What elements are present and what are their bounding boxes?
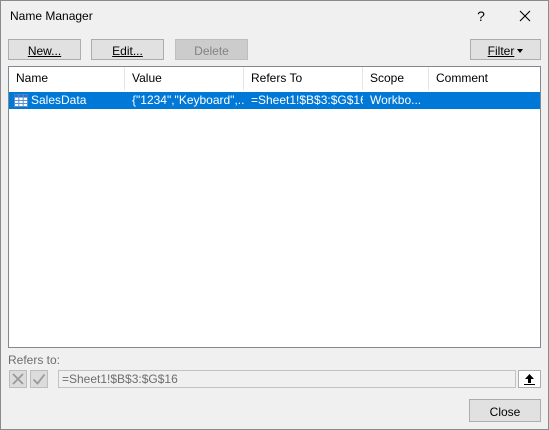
refers-to-input[interactable] [58,370,516,388]
check-icon[interactable] [30,370,48,388]
cell-comment [429,92,540,109]
filter-button-label: Filter [487,44,515,58]
close-button-label: Close [489,405,521,419]
cell-refers-to: =Sheet1!$B$3:$G$16 [251,93,363,107]
column-header-refers-to[interactable]: Refers To [244,67,363,90]
window-title: Name Manager [10,9,93,23]
title-bar: Name Manager ? [1,1,548,31]
collapse-up-arrow-icon [524,374,535,385]
cell-scope: Workbo... [370,93,422,107]
help-button[interactable]: ? [469,5,493,27]
close-icon[interactable] [511,5,539,27]
chevron-down-icon [517,49,524,53]
column-header-name[interactable]: Name [9,67,125,90]
new-button-label: New... [27,44,62,58]
edit-button-label: Edit... [112,44,143,58]
list-header: Name Value Refers To Scope Comment [9,67,540,91]
column-header-value[interactable]: Value [125,67,244,90]
close-button[interactable]: Close [469,399,541,422]
new-button[interactable]: New... [8,39,81,60]
column-header-scope[interactable]: Scope [363,67,429,90]
refers-to-label: Refers to: [8,353,61,367]
names-list[interactable]: Name Value Refers To Scope Comment Sales… [8,66,541,348]
cancel-x-icon[interactable] [9,370,27,388]
cell-name: SalesData [31,93,87,107]
collapse-dialog-button[interactable] [518,370,541,388]
cell-value: {"1234","Keyboard",... [132,93,244,107]
delete-button[interactable]: Delete [175,39,248,60]
table-row[interactable]: SalesData {"1234","Keyboard",... =Sheet1… [9,92,540,109]
edit-button[interactable]: Edit... [91,39,164,60]
filter-button[interactable]: Filter [470,39,541,60]
column-header-comment[interactable]: Comment [429,67,540,90]
delete-button-label: Delete [194,44,229,58]
name-manager-dialog: Name Manager ? New... Edit... Delete Fil… [0,0,549,430]
